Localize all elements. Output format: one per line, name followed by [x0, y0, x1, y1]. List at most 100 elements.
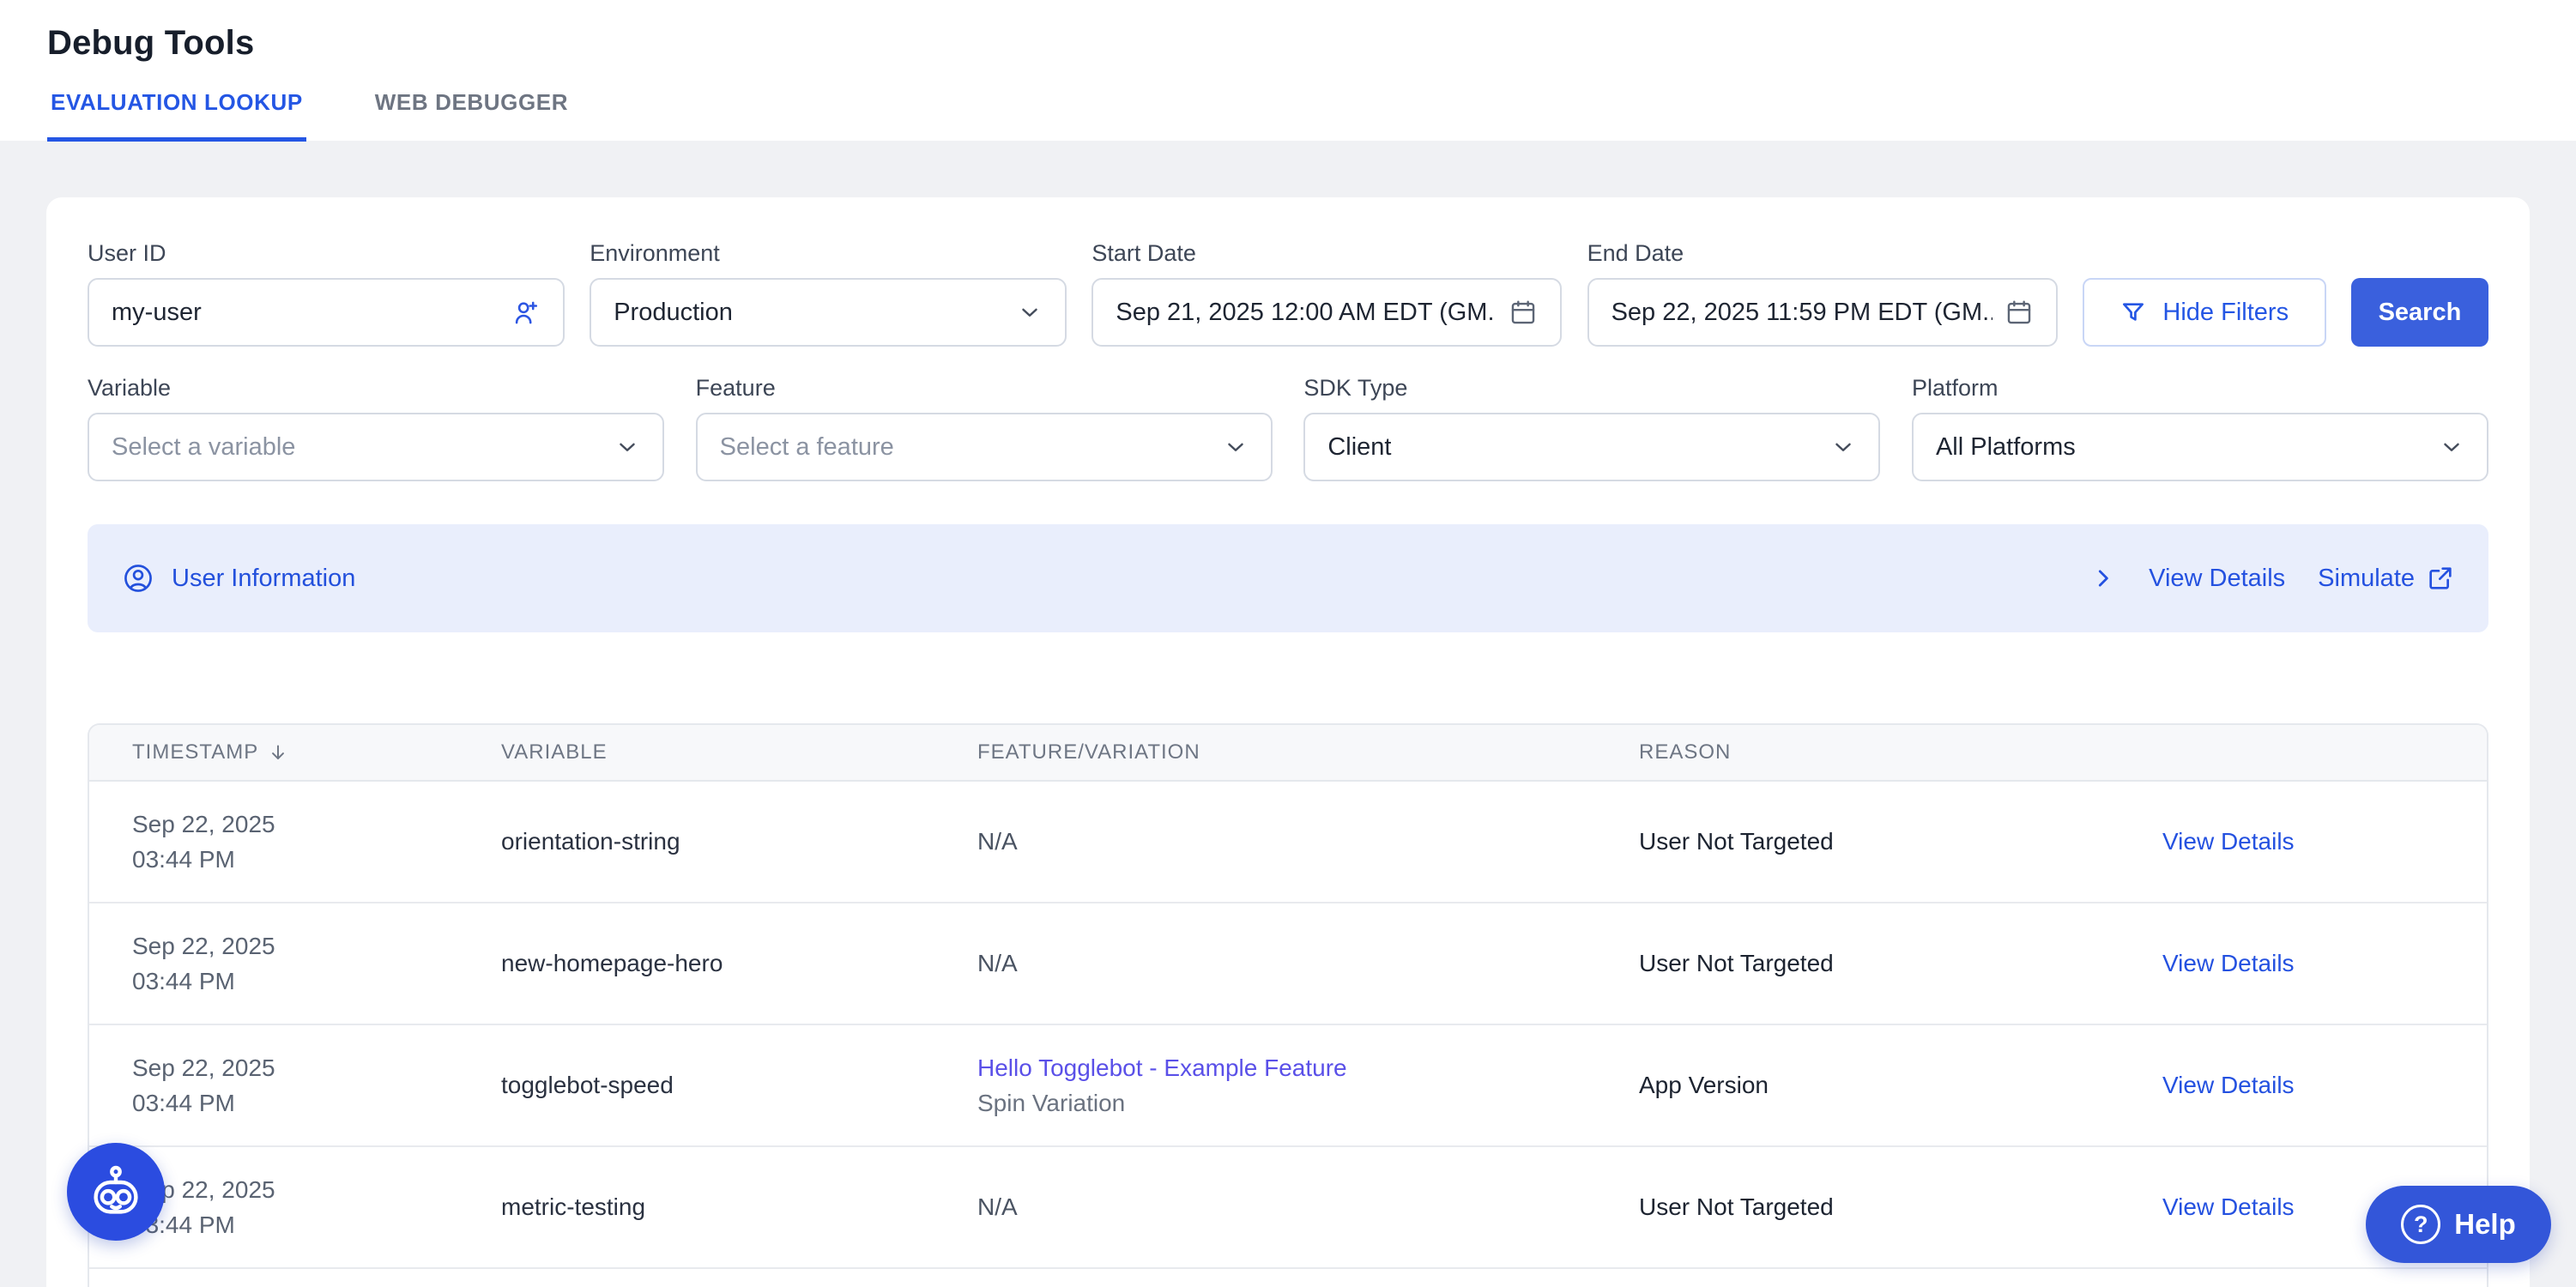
robot-icon — [88, 1163, 144, 1220]
column-header-timestamp[interactable]: TIMESTAMP — [132, 740, 501, 764]
user-add-icon[interactable] — [511, 298, 541, 327]
row-view-details-link[interactable]: View Details — [2162, 828, 2487, 855]
user-information-bar: User Information View Details Simulate — [88, 524, 2488, 632]
chevron-down-icon — [614, 434, 640, 460]
environment-field-group: Environment Production — [590, 240, 1067, 347]
variable-select[interactable]: Select a variable — [88, 413, 664, 481]
platform-select[interactable]: All Platforms — [1912, 413, 2488, 481]
reason-cell: User Not Targeted — [1639, 828, 2162, 855]
user-info-view-details-link[interactable]: View Details — [2149, 565, 2285, 593]
timestamp-cell: Sep 22, 2025 03:44 PM — [132, 1050, 501, 1121]
table-header-row: TIMESTAMP VARIABLE FEATURE/VARIATION REA… — [89, 725, 2487, 782]
simulate-link[interactable]: Simulate — [2318, 565, 2454, 593]
start-date-input[interactable]: Sep 21, 2025 12:00 AM EDT (GM... — [1091, 278, 1562, 347]
external-link-icon — [2427, 565, 2454, 592]
user-id-input-wrap — [88, 278, 565, 347]
hide-filters-label: Hide Filters — [2162, 299, 2289, 327]
environment-label: Environment — [590, 240, 1067, 266]
feature-variation-cell: N/A — [977, 828, 1639, 855]
timestamp-cell: Sep 22, 2025 03:44 PM — [132, 1172, 501, 1242]
feature-label: Feature — [696, 375, 1273, 401]
reason-cell: User Not Targeted — [1639, 950, 2162, 977]
start-date-value: Sep 21, 2025 12:00 AM EDT (GM... — [1116, 299, 1497, 327]
variable-placeholder: Select a variable — [112, 433, 295, 462]
timestamp-cell: Sep 22, 2025 03:44 PM — [132, 928, 501, 999]
page-title: Debug Tools — [47, 22, 2576, 63]
user-information-title: User Information — [172, 565, 355, 593]
feature-placeholder: Select a feature — [720, 433, 894, 462]
timestamp-time: 03:44 PM — [132, 1207, 501, 1242]
sdk-type-field-group: SDK Type Client — [1303, 375, 1880, 481]
simulate-label: Simulate — [2318, 565, 2415, 593]
table-row: Sep 22, 2025 03:44 PM metric-testing N/A… — [89, 1147, 2487, 1269]
tab-evaluation-lookup[interactable]: EVALUATION LOOKUP — [47, 89, 306, 142]
filter-funnel-icon — [2119, 299, 2147, 326]
end-date-value: Sep 22, 2025 11:59 PM EDT (GM... — [1612, 299, 1992, 327]
table-row: Sep 22, 2025 03:44 PM orientation-string… — [89, 782, 2487, 903]
variable-cell: togglebot-speed — [501, 1072, 977, 1099]
tab-web-debugger[interactable]: WEB DEBUGGER — [372, 89, 571, 142]
user-id-field-group: User ID — [88, 240, 565, 347]
evaluation-lookup-panel: User ID Environment Production — [46, 197, 2530, 1287]
top-bar: Debug Tools EVALUATION LOOKUP WEB DEBUGG… — [0, 0, 2576, 141]
timestamp-date: Sep 22, 2025 — [132, 807, 501, 842]
reason-cell: App Version — [1639, 1072, 2162, 1099]
timestamp-header-label: TIMESTAMP — [132, 740, 258, 764]
start-date-label: Start Date — [1091, 240, 1562, 266]
variable-cell: new-homepage-hero — [501, 950, 977, 977]
platform-field-group: Platform All Platforms — [1912, 375, 2488, 481]
sort-desc-arrow-icon — [267, 741, 289, 764]
table-row: Sep 22, 2025 03:44 PM new-homepage-hero … — [89, 903, 2487, 1025]
user-information-actions: View Details Simulate — [2090, 565, 2454, 593]
question-circle-icon — [2401, 1205, 2440, 1244]
feature-variation-cell: N/A — [977, 1193, 1639, 1221]
column-header-variable: VARIABLE — [501, 740, 977, 764]
table-row: Sep 22, 2025 03:44 PM togglebot-speed He… — [89, 1025, 2487, 1147]
calendar-icon — [1509, 298, 1538, 327]
tab-bar: EVALUATION LOOKUP WEB DEBUGGER — [47, 89, 2576, 142]
environment-select[interactable]: Production — [590, 278, 1067, 347]
variable-label: Variable — [88, 375, 664, 401]
chevron-right-icon[interactable] — [2090, 565, 2116, 591]
timestamp-cell: Sep 22, 2025 03:44 PM — [132, 807, 501, 877]
user-info-view-details-label: View Details — [2149, 565, 2285, 593]
search-button-label: Search — [2379, 299, 2462, 327]
sdk-type-value: Client — [1327, 433, 1391, 462]
end-date-label: End Date — [1587, 240, 2058, 266]
hide-filters-button[interactable]: Hide Filters — [2083, 278, 2326, 347]
row-view-details-link[interactable]: View Details — [2162, 950, 2487, 977]
search-button[interactable]: Search — [2351, 278, 2488, 347]
timestamp-date: Sep 22, 2025 — [132, 928, 501, 964]
feature-link[interactable]: Hello Togglebot - Example Feature — [977, 1050, 1639, 1085]
row-view-details-link[interactable]: View Details — [2162, 1072, 2487, 1099]
togglebot-assistant-button[interactable] — [67, 1143, 165, 1241]
platform-value: All Platforms — [1936, 433, 2076, 462]
sdk-type-select[interactable]: Client — [1303, 413, 1880, 481]
variable-field-group: Variable Select a variable — [88, 375, 664, 481]
table-row-partial — [89, 1269, 2487, 1287]
feature-select[interactable]: Select a feature — [696, 413, 1273, 481]
feature-variation-cell: N/A — [977, 950, 1639, 977]
end-date-input[interactable]: Sep 22, 2025 11:59 PM EDT (GM... — [1587, 278, 2058, 347]
timestamp-time: 03:44 PM — [132, 1085, 501, 1121]
help-button[interactable]: Help — [2366, 1186, 2551, 1263]
timestamp-date: Sep 22, 2025 — [132, 1172, 501, 1207]
start-date-field-group: Start Date Sep 21, 2025 12:00 AM EDT (GM… — [1091, 240, 1562, 347]
timestamp-time: 03:44 PM — [132, 842, 501, 877]
user-information-header[interactable]: User Information — [122, 562, 355, 595]
chevron-down-icon — [1223, 434, 1249, 460]
sdk-type-label: SDK Type — [1303, 375, 1880, 401]
chevron-down-icon — [2439, 434, 2464, 460]
filter-row-2: Variable Select a variable Feature Selec… — [88, 375, 2488, 481]
feature-field-group: Feature Select a feature — [696, 375, 1273, 481]
filter-row-1: User ID Environment Production — [88, 240, 2488, 347]
timestamp-date: Sep 22, 2025 — [132, 1050, 501, 1085]
chevron-down-icon — [1830, 434, 1856, 460]
platform-label: Platform — [1912, 375, 2488, 401]
variable-cell: orientation-string — [501, 828, 977, 855]
user-id-input[interactable] — [112, 299, 511, 327]
help-button-label: Help — [2454, 1208, 2516, 1241]
chevron-down-icon — [1017, 299, 1043, 325]
user-id-label: User ID — [88, 240, 565, 266]
environment-value: Production — [614, 299, 733, 327]
